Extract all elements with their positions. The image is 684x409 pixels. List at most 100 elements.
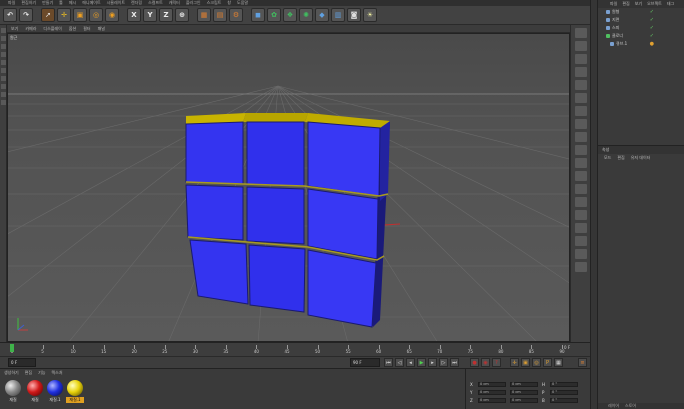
next-key-icon[interactable]: ▷ xyxy=(439,358,448,367)
timeline[interactable]: 051015202530354045505560657075808590 xyxy=(0,342,590,356)
viewport-tool-icon[interactable] xyxy=(575,132,587,142)
go-to-end-icon[interactable]: ⏭ xyxy=(450,358,459,367)
end-frame-field[interactable]: 90 F xyxy=(350,358,380,367)
attr-menu-userdata[interactable]: 유저 데이터 xyxy=(631,155,651,161)
prev-frame-icon[interactable]: ◂ xyxy=(406,358,415,367)
enabled-check-icon[interactable]: ✓ xyxy=(650,9,654,15)
key-scale-icon[interactable]: ▣ xyxy=(521,358,530,367)
objmgr-menu-edit[interactable]: 편집 xyxy=(622,1,629,7)
key-position-icon[interactable]: ✛ xyxy=(510,358,519,367)
viewport-orbit-icon[interactable] xyxy=(575,54,587,64)
viewport-tool-icon[interactable] xyxy=(575,93,587,103)
current-frame-marker[interactable] xyxy=(10,344,14,352)
viewport-tool-icon[interactable] xyxy=(575,249,587,259)
key-pla-icon[interactable]: ▦ xyxy=(554,358,563,367)
light-icon[interactable]: ☀ xyxy=(363,8,377,22)
recent-tool-icon[interactable]: ◉ xyxy=(105,8,119,22)
cube-top-face[interactable] xyxy=(243,113,308,122)
undo-icon[interactable]: ↶ xyxy=(3,8,17,22)
viewport-tool-icon[interactable] xyxy=(575,184,587,194)
attr-menu-edit[interactable]: 편집 xyxy=(617,155,624,161)
mat-menu-function[interactable]: 기능 xyxy=(38,370,45,376)
record-icon[interactable]: ● xyxy=(470,358,479,367)
position-z-field[interactable]: 0 cm xyxy=(478,398,506,403)
material-swatch[interactable]: 재질.1 xyxy=(46,380,64,403)
prev-key-icon[interactable]: ◁ xyxy=(395,358,404,367)
scale-icon[interactable]: ▣ xyxy=(73,8,87,22)
environment-icon[interactable]: ◆ xyxy=(315,8,329,22)
enabled-check-icon[interactable]: ✓ xyxy=(650,25,654,31)
mode-texture-icon[interactable] xyxy=(1,36,6,41)
cube-front-face[interactable] xyxy=(185,121,244,185)
timeline-ruler[interactable]: 051015202530354045505560657075808590 xyxy=(8,345,568,355)
viewport-menu-view[interactable]: 보기 xyxy=(11,26,18,32)
cube-front-face[interactable] xyxy=(185,184,244,241)
viewport-tool-icon[interactable] xyxy=(575,145,587,155)
keyframe-selection-icon[interactable]: ? xyxy=(492,358,501,367)
material-swatch[interactable]: 재질 xyxy=(4,380,22,403)
mode-axis-icon[interactable] xyxy=(1,76,6,81)
viewport-tool-icon[interactable] xyxy=(575,262,587,272)
cube-cloner-object[interactable] xyxy=(185,113,390,328)
viewport-tool-icon[interactable] xyxy=(575,236,587,246)
viewport-tool-icon[interactable] xyxy=(575,210,587,220)
viewport-tool-icon[interactable] xyxy=(575,223,587,233)
render-settings-icon[interactable]: ⚙ xyxy=(229,8,243,22)
cloner-icon[interactable]: ❖ xyxy=(283,8,297,22)
attr-menu-mode[interactable]: 모드 xyxy=(604,155,611,161)
object-row[interactable]: 스피 ✓ xyxy=(598,24,684,32)
position-y-field[interactable]: 0 cm xyxy=(478,390,506,395)
rotation-h-field[interactable]: 0 ° xyxy=(550,382,578,387)
timeline-options-icon[interactable]: ≡ xyxy=(578,358,587,367)
object-row[interactable]: 지면 ✓ xyxy=(598,16,684,24)
viewport-tool-icon[interactable] xyxy=(575,80,587,90)
size-y-field[interactable]: 0 cm xyxy=(510,390,538,395)
material-tag-icon[interactable]: ● xyxy=(650,41,654,47)
material-swatch[interactable]: 재질 xyxy=(26,380,44,403)
tab-layers[interactable]: 레이어 xyxy=(608,403,619,409)
object-row[interactable]: 큐브.1 ● xyxy=(598,40,684,48)
enabled-check-icon[interactable]: ✓ xyxy=(650,17,654,23)
size-x-field[interactable]: 0 cm xyxy=(510,382,538,387)
mode-model-icon[interactable] xyxy=(1,28,6,33)
x-axis-lock-button[interactable]: X xyxy=(127,8,141,22)
cube-front-face[interactable] xyxy=(307,121,381,197)
viewport-tool-icon[interactable] xyxy=(575,119,587,129)
play-icon[interactable]: ▶ xyxy=(417,358,426,367)
material-swatch[interactable]: 재질.1 xyxy=(66,380,84,403)
object-row[interactable]: 원형 ✓ xyxy=(598,8,684,16)
viewport-layout-icon[interactable] xyxy=(575,67,587,77)
viewport-tool-icon[interactable] xyxy=(575,171,587,181)
rotate-icon[interactable]: ◎ xyxy=(89,8,103,22)
3d-viewport[interactable]: 원근 xyxy=(7,33,570,342)
viewport-menu-cameras[interactable]: 카메라 xyxy=(25,26,36,32)
subdivision-icon[interactable]: ✿ xyxy=(267,8,281,22)
key-parameter-icon[interactable]: P xyxy=(543,358,552,367)
objmgr-menu-tags[interactable]: 태그 xyxy=(667,1,674,7)
deformer-icon[interactable]: ✺ xyxy=(299,8,313,22)
mode-polygons-icon[interactable] xyxy=(1,68,6,73)
cube-primitive-icon[interactable]: ◼ xyxy=(251,8,265,22)
viewport-scene[interactable] xyxy=(8,34,570,342)
enabled-check-icon[interactable]: ✓ xyxy=(650,33,654,39)
cube-front-face[interactable] xyxy=(189,239,249,305)
rotation-b-field[interactable]: 0 ° xyxy=(550,398,578,403)
objmgr-menu-view[interactable]: 보기 xyxy=(635,1,642,7)
move-icon[interactable]: ✛ xyxy=(57,8,71,22)
render-view-icon[interactable]: ▦ xyxy=(197,8,211,22)
viewport-tool-icon[interactable] xyxy=(575,158,587,168)
redo-icon[interactable]: ↷ xyxy=(19,8,33,22)
camera-icon[interactable]: ◙ xyxy=(347,8,361,22)
mode-edges-icon[interactable] xyxy=(1,60,6,65)
autokey-icon[interactable]: ◉ xyxy=(481,358,490,367)
coordinate-system-icon[interactable]: ⊕ xyxy=(175,8,189,22)
position-x-field[interactable]: 0 cm xyxy=(478,382,506,387)
tab-store[interactable]: 스토어 xyxy=(625,403,636,409)
z-axis-lock-button[interactable]: Z xyxy=(159,8,173,22)
viewport-zoom-icon[interactable] xyxy=(575,41,587,51)
viewport-tool-icon[interactable] xyxy=(575,106,587,116)
y-axis-lock-button[interactable]: Y xyxy=(143,8,157,22)
objmgr-menu-objects[interactable]: 오브젝트 xyxy=(647,1,662,7)
grid-floor-icon[interactable]: ▥ xyxy=(331,8,345,22)
mode-snap-icon[interactable] xyxy=(1,92,6,97)
